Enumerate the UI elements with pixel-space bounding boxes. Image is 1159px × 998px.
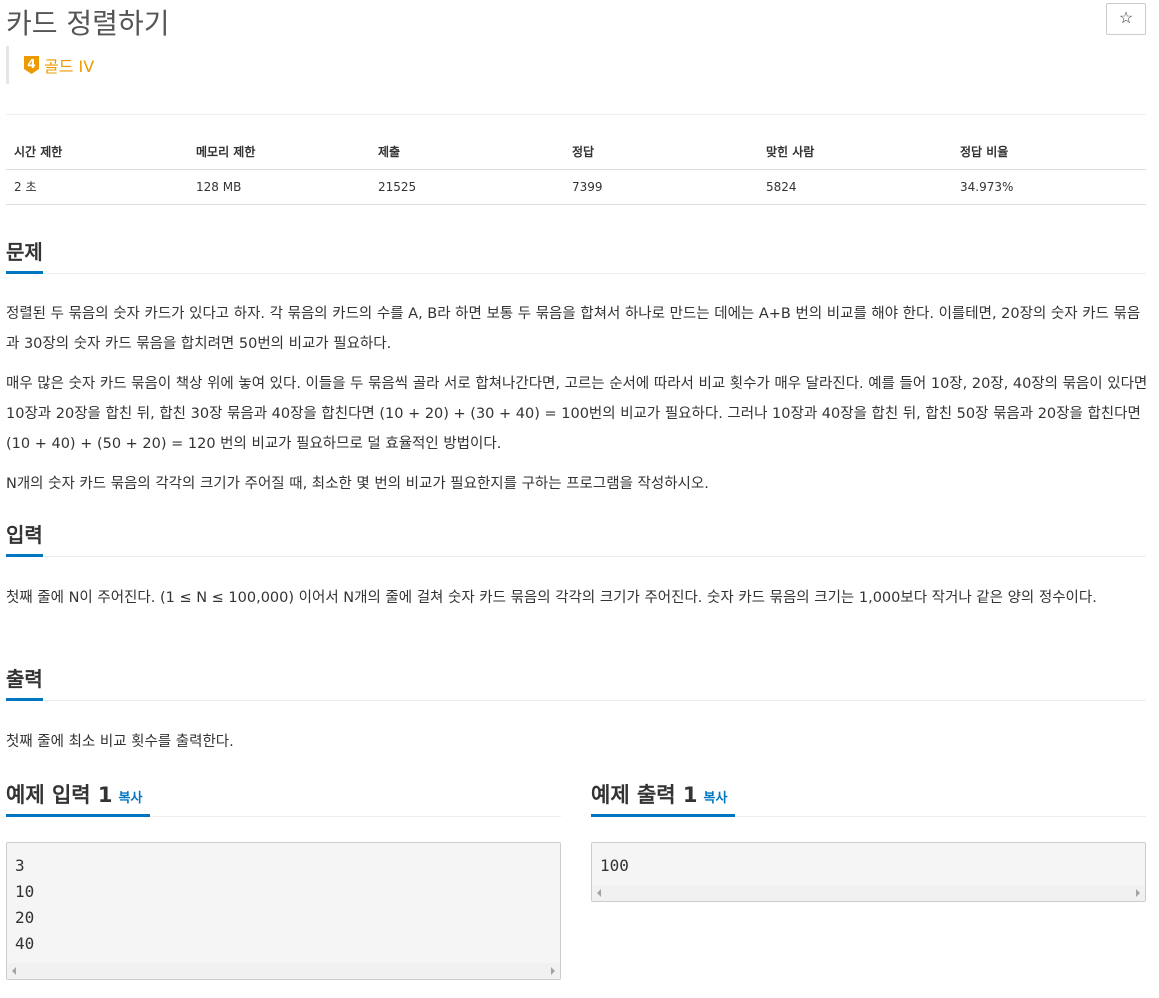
divider [6, 114, 1146, 115]
horizontal-scrollbar[interactable] [592, 885, 1145, 901]
value-submissions[interactable]: 21525 [370, 169, 564, 205]
value-accept-ratio: 34.973% [952, 169, 1146, 205]
tier-link[interactable]: 골드 IV [44, 53, 94, 77]
input-paragraph: 첫째 줄에 N이 주어진다. (1 ≤ N ≤ 100,000) 이어서 N개의… [6, 590, 1097, 606]
scroll-right-icon[interactable] [551, 967, 555, 975]
value-time-limit: 2 초 [6, 169, 188, 205]
problem-paragraph: 매우 많은 숫자 카드 묶음이 책상 위에 놓여 있다. 이들을 두 묶음씩 골… [6, 376, 1148, 452]
header-submissions: 제출 [370, 134, 564, 170]
copy-sample-input-button[interactable]: 복사 [119, 791, 143, 806]
value-solved-users[interactable]: 5824 [758, 169, 952, 205]
star-button[interactable]: ☆ [1106, 3, 1146, 35]
star-icon: ☆ [1118, 10, 1134, 27]
horizontal-scrollbar[interactable] [7, 963, 560, 979]
header-accept-ratio: 정답 비율 [952, 134, 1146, 170]
tier-container: 4 골드 IV [6, 46, 94, 84]
scroll-left-icon[interactable] [597, 889, 601, 897]
header-memory-limit: 메모리 제한 [188, 134, 370, 170]
tier-number: 4 [27, 57, 35, 71]
scroll-right-icon[interactable] [1136, 889, 1140, 897]
problem-heading: 문제 [6, 238, 43, 274]
sample-input-block[interactable]: 3 10 20 40 [6, 842, 561, 980]
sample-output-block[interactable]: 100 [591, 842, 1146, 902]
output-heading: 출력 [6, 665, 43, 701]
header-accepted: 정답 [564, 134, 758, 170]
sample-input-line: 3 [15, 856, 25, 875]
problem-title: 카드 정렬하기 [6, 7, 170, 40]
value-memory-limit: 128 MB [188, 169, 370, 205]
sample-input-line: 20 [15, 908, 35, 927]
sample-output-title: 예제 출력 1 [591, 783, 698, 807]
gold-tier-icon: 4 [24, 56, 39, 74]
input-section-header: 입력 [6, 521, 1146, 557]
input-heading: 입력 [6, 521, 43, 557]
sample-input-line: 40 [15, 934, 35, 953]
sample-output-header: 예제 출력 1 복사 [591, 781, 1146, 817]
info-header-row: 시간 제한 메모리 제한 제출 정답 맞힌 사람 정답 비율 [6, 134, 1146, 170]
problem-section-header: 문제 [6, 238, 1146, 274]
output-section-header: 출력 [6, 665, 1146, 701]
problem-paragraph: 정렬된 두 묶음의 숫자 카드가 있다고 하자. 각 묶음의 카드의 수를 A,… [6, 306, 1141, 352]
sample-input-header: 예제 입력 1 복사 [6, 781, 561, 817]
sample-input-title: 예제 입력 1 [6, 783, 113, 807]
problem-paragraph: N개의 숫자 카드 묶음의 각각의 크기가 주어질 때, 최소한 몇 번의 비교… [6, 476, 709, 492]
problem-info-table: 시간 제한 메모리 제한 제출 정답 맞힌 사람 정답 비율 2 초 128 M… [6, 134, 1146, 205]
header-solved-users: 맞힌 사람 [758, 134, 952, 170]
sample-output-heading: 예제 출력 1 복사 [591, 781, 736, 817]
sample-input-heading: 예제 입력 1 복사 [6, 781, 151, 817]
output-paragraph: 첫째 줄에 최소 비교 횟수를 출력한다. [6, 734, 234, 750]
scroll-left-icon[interactable] [12, 967, 16, 975]
sample-input-line: 10 [15, 882, 35, 901]
copy-sample-output-button[interactable]: 복사 [704, 791, 728, 806]
sample-output-line: 100 [600, 856, 629, 875]
value-accepted[interactable]: 7399 [564, 169, 758, 205]
header-time-limit: 시간 제한 [6, 134, 188, 170]
info-value-row: 2 초 128 MB 21525 7399 5824 34.973% [6, 169, 1146, 205]
